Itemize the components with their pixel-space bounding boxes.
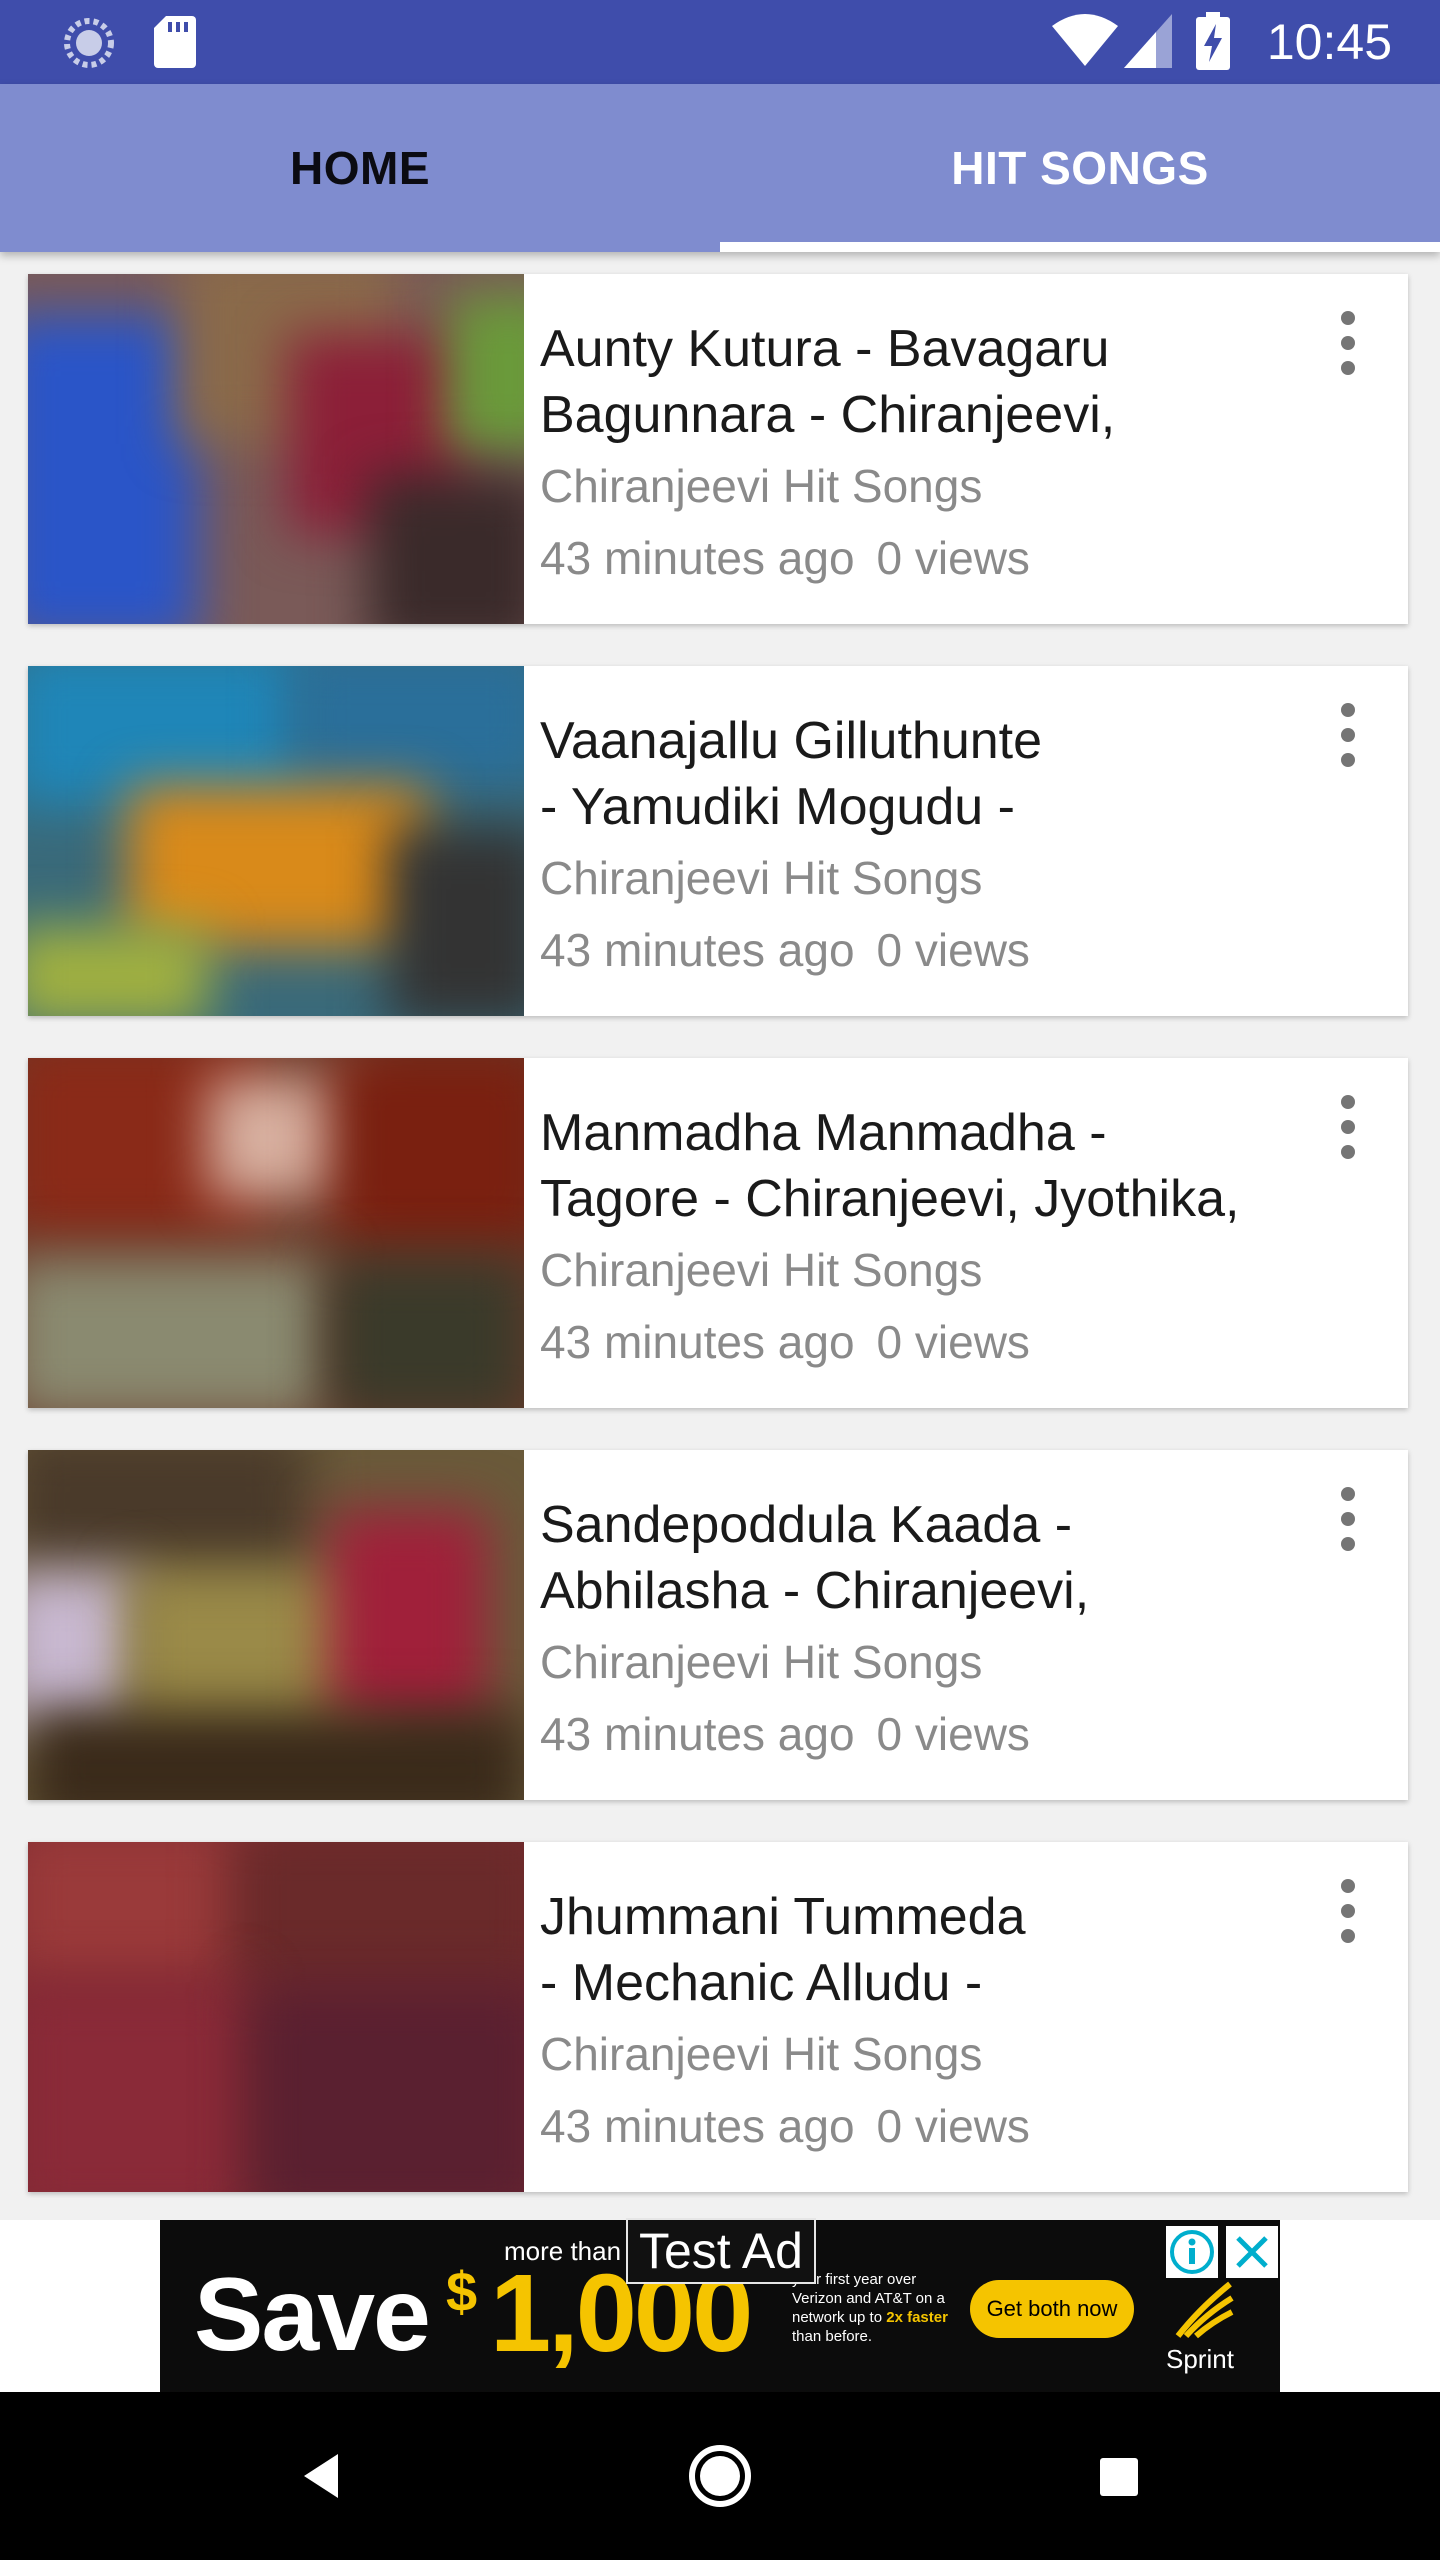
ad-fine-print-highlight: 2x faster: [886, 2309, 948, 2326]
status-bar: 10:45: [0, 0, 1440, 84]
channel-name: Chiranjeevi Hit Songs: [540, 852, 983, 904]
ad-brand-name: Sprint: [1166, 2344, 1234, 2374]
home-icon[interactable]: [668, 2424, 772, 2528]
video-meta: 43 minutes ago 0 views: [540, 528, 1340, 588]
tab-bar: HOME HIT SONGS: [0, 84, 1440, 252]
sd-card-icon: [154, 16, 196, 68]
navigation-bar: [0, 2392, 1440, 2560]
ad-fine-print-2: than before.: [792, 2328, 873, 2345]
more-options-icon[interactable]: [1328, 700, 1368, 770]
recents-icon[interactable]: [1066, 2424, 1170, 2528]
video-thumbnail[interactable]: [28, 1450, 524, 1800]
channel-name: Chiranjeevi Hit Songs: [540, 1244, 983, 1296]
view-count: 0 views: [876, 1316, 1030, 1368]
channel-name: Chiranjeevi Hit Songs: [540, 1636, 983, 1688]
upload-time: 43 minutes ago: [540, 1316, 855, 1368]
tab-hit-songs[interactable]: HIT SONGS: [720, 84, 1440, 252]
ad-close-icon[interactable]: [1226, 2226, 1278, 2278]
upload-time: 43 minutes ago: [540, 1708, 855, 1760]
channel-name: Chiranjeevi Hit Songs: [540, 460, 983, 512]
video-thumbnail[interactable]: [28, 1058, 524, 1408]
video-list[interactable]: Aunty Kutura - Bavagaru Bagunnara - Chir…: [0, 252, 1440, 2220]
video-title: Manmadha Manmadha - Tagore - Chiranjeevi…: [540, 1104, 1240, 1228]
video-title: Aunty Kutura - Bavagaru Bagunnara - Chir…: [540, 320, 1116, 444]
video-title: Jhummani Tummeda - Mechanic Alludu -: [540, 1888, 1026, 2012]
view-count: 0 views: [876, 924, 1030, 976]
ad-fine-print: your first year over Verizon and AT&T on…: [792, 2270, 952, 2346]
video-card[interactable]: Vaanajallu Gilluthunte - Yamudiki Mogudu…: [28, 666, 1408, 1016]
video-card[interactable]: Jhummani Tummeda - Mechanic Alludu - Chi…: [28, 1842, 1408, 2192]
sprint-logo-icon: [1175, 2281, 1234, 2339]
wifi-icon: [1052, 14, 1118, 66]
ad-cta-button[interactable]: Get both now: [970, 2280, 1134, 2338]
tab-indicator: [720, 242, 1440, 252]
video-thumbnail[interactable]: [28, 274, 524, 624]
upload-time: 43 minutes ago: [540, 2100, 855, 2152]
test-ad-label: Test Ad: [626, 2218, 816, 2284]
upload-time: 43 minutes ago: [540, 924, 855, 976]
view-count: 0 views: [876, 2100, 1030, 2152]
video-title: Sandepoddula Kaada - Abhilasha - Chiranj…: [540, 1496, 1090, 1620]
status-clock: 10:45: [1266, 14, 1392, 70]
video-meta: 43 minutes ago 0 views: [540, 1704, 1340, 1764]
back-icon[interactable]: [270, 2424, 374, 2528]
video-meta: 43 minutes ago 0 views: [540, 920, 1340, 980]
upload-time: 43 minutes ago: [540, 532, 855, 584]
channel-name: Chiranjeevi Hit Songs: [540, 2028, 983, 2080]
video-meta: 43 minutes ago 0 views: [540, 1312, 1340, 1372]
more-options-icon[interactable]: [1328, 1876, 1368, 1946]
more-options-icon[interactable]: [1328, 1092, 1368, 1162]
more-options-icon[interactable]: [1328, 1484, 1368, 1554]
video-card[interactable]: Aunty Kutura - Bavagaru Bagunnara - Chir…: [28, 274, 1408, 624]
video-card[interactable]: Manmadha Manmadha - Tagore - Chiranjeevi…: [28, 1058, 1408, 1408]
tab-home[interactable]: HOME: [0, 84, 720, 252]
video-meta: 43 minutes ago 0 views: [540, 2096, 1340, 2156]
video-thumbnail[interactable]: [28, 666, 524, 1016]
more-options-icon[interactable]: [1328, 308, 1368, 378]
view-count: 0 views: [876, 1708, 1030, 1760]
sync-icon: [64, 18, 114, 68]
video-title: Vaanajallu Gilluthunte - Yamudiki Mogudu…: [540, 712, 1043, 836]
video-thumbnail[interactable]: [28, 1842, 524, 2192]
ad-info-icon[interactable]: [1166, 2226, 1218, 2278]
cell-signal-icon: [1124, 14, 1172, 68]
ad-save-text: Save: [194, 2257, 431, 2373]
view-count: 0 views: [876, 532, 1030, 584]
battery-charging-icon: [1196, 12, 1230, 70]
ad-dollar-sign: $: [446, 2260, 478, 2323]
video-card[interactable]: Sandepoddula Kaada - Abhilasha - Chiranj…: [28, 1450, 1408, 1800]
